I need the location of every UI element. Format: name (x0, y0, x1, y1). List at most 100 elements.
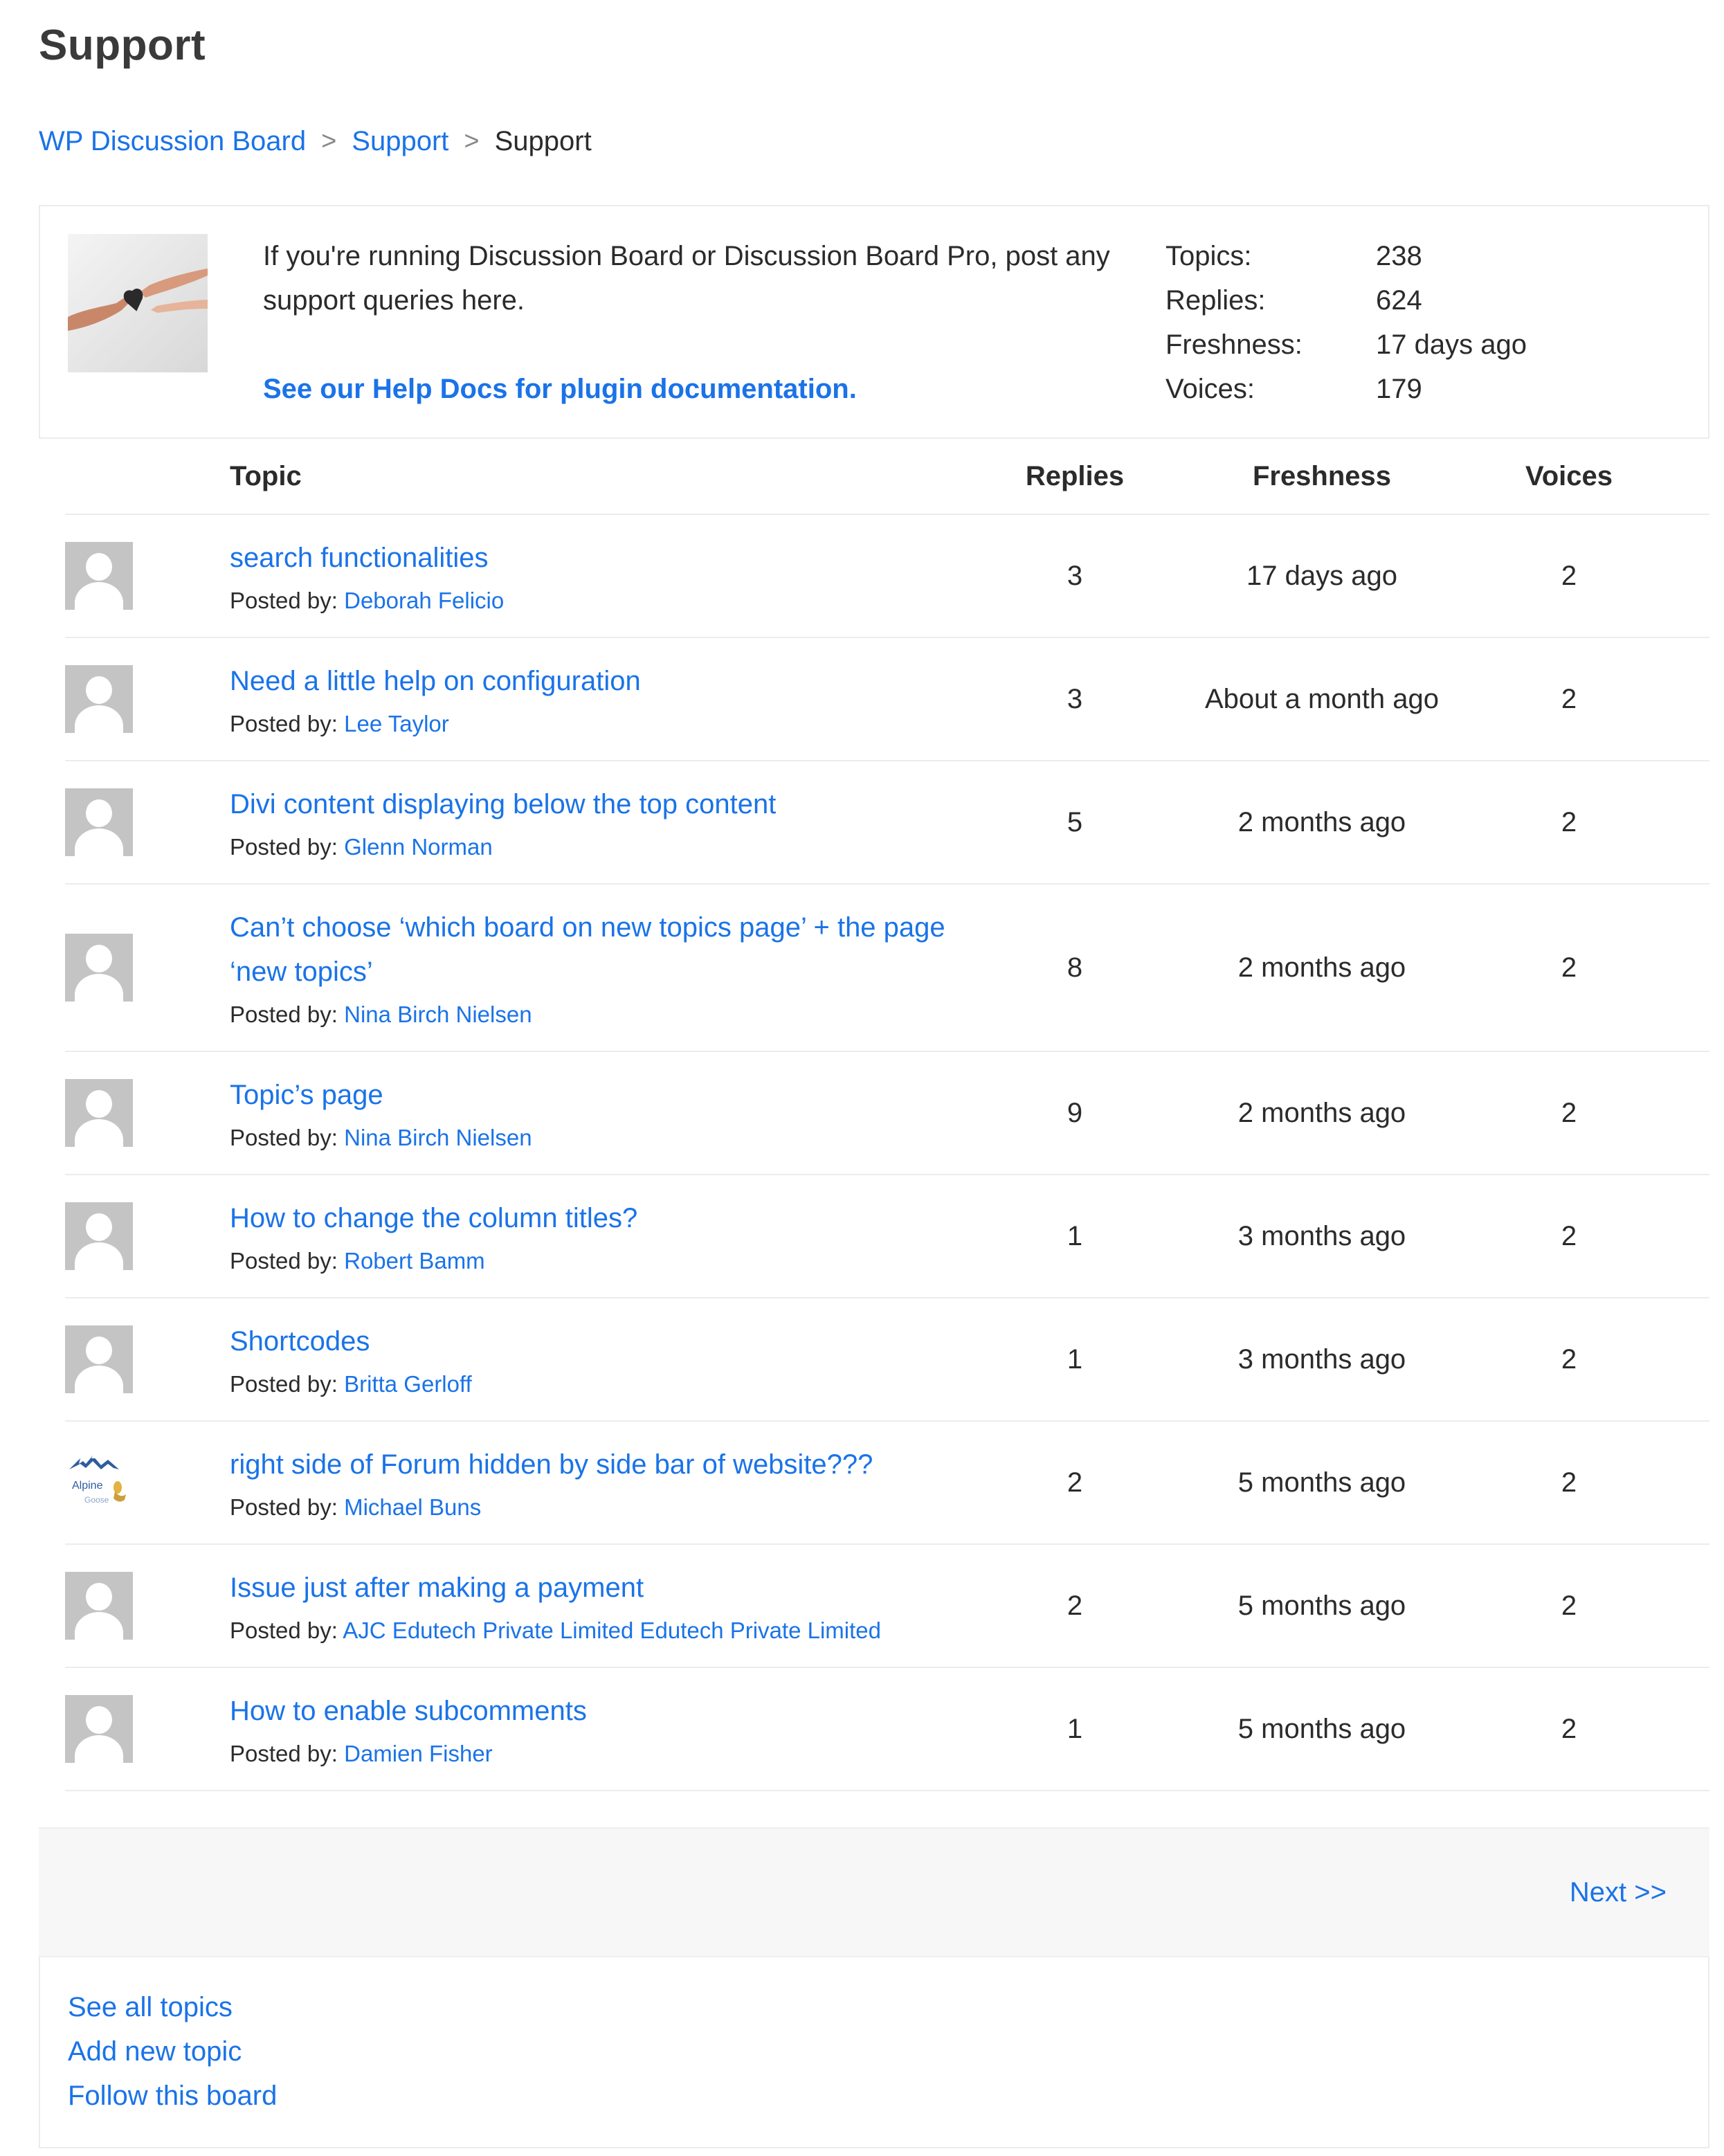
author-link[interactable]: Glenn Norman (344, 834, 493, 860)
author-link[interactable]: Nina Birch Nielsen (344, 1125, 532, 1150)
voices-count: 2 (1561, 952, 1577, 983)
header-voices: Voices (1525, 460, 1613, 491)
replies-count: 5 (1067, 806, 1083, 837)
avatar (65, 1325, 133, 1393)
posted-by: Posted by: Deborah Felicio (230, 586, 963, 616)
topic-cell: Need a little help on configuration Poste… (230, 659, 963, 739)
avatar-head-shape (86, 676, 112, 704)
avatar-cell: Alpine Goose (65, 1449, 230, 1516)
avatar-cell (65, 934, 230, 1002)
avatar-cell (65, 1079, 230, 1147)
author-link[interactable]: Lee Taylor (344, 711, 449, 736)
posted-by-label: Posted by: (230, 1618, 338, 1643)
avatar (65, 788, 133, 856)
header-topic: Topic (230, 460, 302, 491)
add-new-topic-link[interactable]: Add new topic (68, 2029, 242, 2074)
replies-count: 9 (1067, 1097, 1083, 1128)
posted-by: Posted by: Britta Gerloff (230, 1369, 963, 1399)
freshness-value: 5 months ago (1237, 1713, 1406, 1744)
author-link[interactable]: Damien Fisher (344, 1741, 493, 1766)
stat-value: 238 (1376, 241, 1422, 271)
posted-by: Posted by: Damien Fisher (230, 1739, 963, 1769)
avatar-shoulders-shape (75, 1612, 123, 1640)
topic-cell: right side of Forum hidden by side bar o… (230, 1442, 963, 1523)
freshness-value: 2 months ago (1237, 952, 1406, 983)
voices-count: 2 (1561, 1097, 1577, 1128)
posted-by-label: Posted by: (230, 1248, 338, 1274)
author-link[interactable]: Britta Gerloff (344, 1371, 472, 1397)
posted-by-label: Posted by: (230, 588, 338, 613)
avatar: Alpine Goose (65, 1449, 133, 1516)
topic-title-link[interactable]: Divi content displaying below the top co… (230, 782, 963, 826)
voices-count: 2 (1561, 1713, 1577, 1744)
hands-heart-image (68, 234, 208, 372)
avatar (65, 1695, 133, 1763)
topic-row: Need a little help on configuration Poste… (65, 638, 1709, 761)
topic-cell: search functionalities Posted by: Deborah… (230, 536, 963, 616)
topic-title-link[interactable]: Issue just after making a payment (230, 1566, 963, 1610)
breadcrumb-link-board[interactable]: WP Discussion Board (39, 122, 306, 161)
voices-count: 2 (1561, 1343, 1577, 1375)
posted-by-label: Posted by: (230, 1002, 338, 1027)
avatar-head-shape (86, 1337, 112, 1364)
avatar-head-shape (86, 1706, 112, 1734)
topic-row: Issue just after making a payment Posted … (65, 1545, 1709, 1668)
topic-title-link[interactable]: Topic’s page (230, 1073, 963, 1117)
topic-title-link[interactable]: Need a little help on configuration (230, 659, 963, 703)
posted-by: Posted by: Glenn Norman (230, 832, 963, 862)
author-link[interactable]: Deborah Felicio (344, 588, 504, 613)
freshness-value: 3 months ago (1237, 1220, 1406, 1251)
topic-title-link[interactable]: search functionalities (230, 536, 963, 580)
posted-by: Posted by: Nina Birch Nielsen (230, 999, 963, 1030)
board-description: If you're running Discussion Board or Di… (263, 234, 1135, 411)
avatar-shoulders-shape (75, 1366, 123, 1393)
topic-title-link[interactable]: How to change the column titles? (230, 1196, 963, 1240)
help-docs-link[interactable]: See our Help Docs for plugin documentati… (263, 367, 1135, 411)
follow-board-link[interactable]: Follow this board (68, 2074, 277, 2118)
stat-topics: Topics: 238 (1165, 234, 1527, 278)
posted-by: Posted by: Lee Taylor (230, 709, 963, 739)
avatar (65, 1079, 133, 1147)
avatar-head-shape (86, 553, 112, 581)
avatar-cell (65, 665, 230, 733)
replies-count: 1 (1067, 1220, 1083, 1251)
next-page-link[interactable]: Next >> (1570, 1877, 1667, 1908)
topic-title-link[interactable]: Shortcodes (230, 1319, 963, 1364)
stat-label: Voices: (1165, 374, 1255, 404)
topic-row: Shortcodes Posted by: Britta Gerloff 1 3 mo… (65, 1298, 1709, 1422)
posted-by: Posted by: AJC Edutech Private Limited E… (230, 1615, 963, 1646)
posted-by-label: Posted by: (230, 1125, 338, 1150)
topics-table: Topic Replies Freshness Voices search fu… (65, 439, 1709, 1791)
author-link[interactable]: Nina Birch Nielsen (344, 1002, 532, 1027)
stat-label: Freshness: (1165, 329, 1303, 360)
freshness-value: 17 days ago (1246, 560, 1397, 591)
avatar-cell (65, 542, 230, 610)
stat-voices: Voices: 179 (1165, 367, 1527, 411)
posted-by-label: Posted by: (230, 1741, 338, 1766)
posted-by-label: Posted by: (230, 1494, 338, 1520)
header-freshness: Freshness (1252, 460, 1392, 491)
avatar (65, 665, 133, 733)
pagination-bar: Next >> (39, 1827, 1709, 1957)
replies-count: 1 (1067, 1713, 1083, 1744)
author-link[interactable]: Michael Buns (344, 1494, 481, 1520)
topic-row: Divi content displaying below the top co… (65, 761, 1709, 885)
voices-count: 2 (1561, 683, 1577, 714)
avatar-head-shape (86, 1090, 112, 1118)
topic-row: Can’t choose ‘which board on new topics … (65, 885, 1709, 1052)
topic-title-link[interactable]: Can’t choose ‘which board on new topics … (230, 905, 963, 994)
replies-count: 1 (1067, 1343, 1083, 1375)
topics-table-body: search functionalities Posted by: Deborah… (65, 515, 1709, 1791)
topic-title-link[interactable]: How to enable subcomments (230, 1689, 963, 1733)
avatar (65, 1202, 133, 1270)
avatar (65, 542, 133, 610)
breadcrumb-link-support[interactable]: Support (352, 122, 448, 161)
posted-by-label: Posted by: (230, 711, 338, 736)
topic-cell: Divi content displaying below the top co… (230, 782, 963, 862)
author-link[interactable]: Robert Bamm (344, 1248, 485, 1274)
author-link[interactable]: AJC Edutech Private Limited Edutech Priv… (343, 1618, 881, 1643)
see-all-topics-link[interactable]: See all topics (68, 1985, 233, 2029)
voices-count: 2 (1561, 1467, 1577, 1498)
avatar-cell (65, 1202, 230, 1270)
topic-title-link[interactable]: right side of Forum hidden by side bar o… (230, 1442, 963, 1487)
